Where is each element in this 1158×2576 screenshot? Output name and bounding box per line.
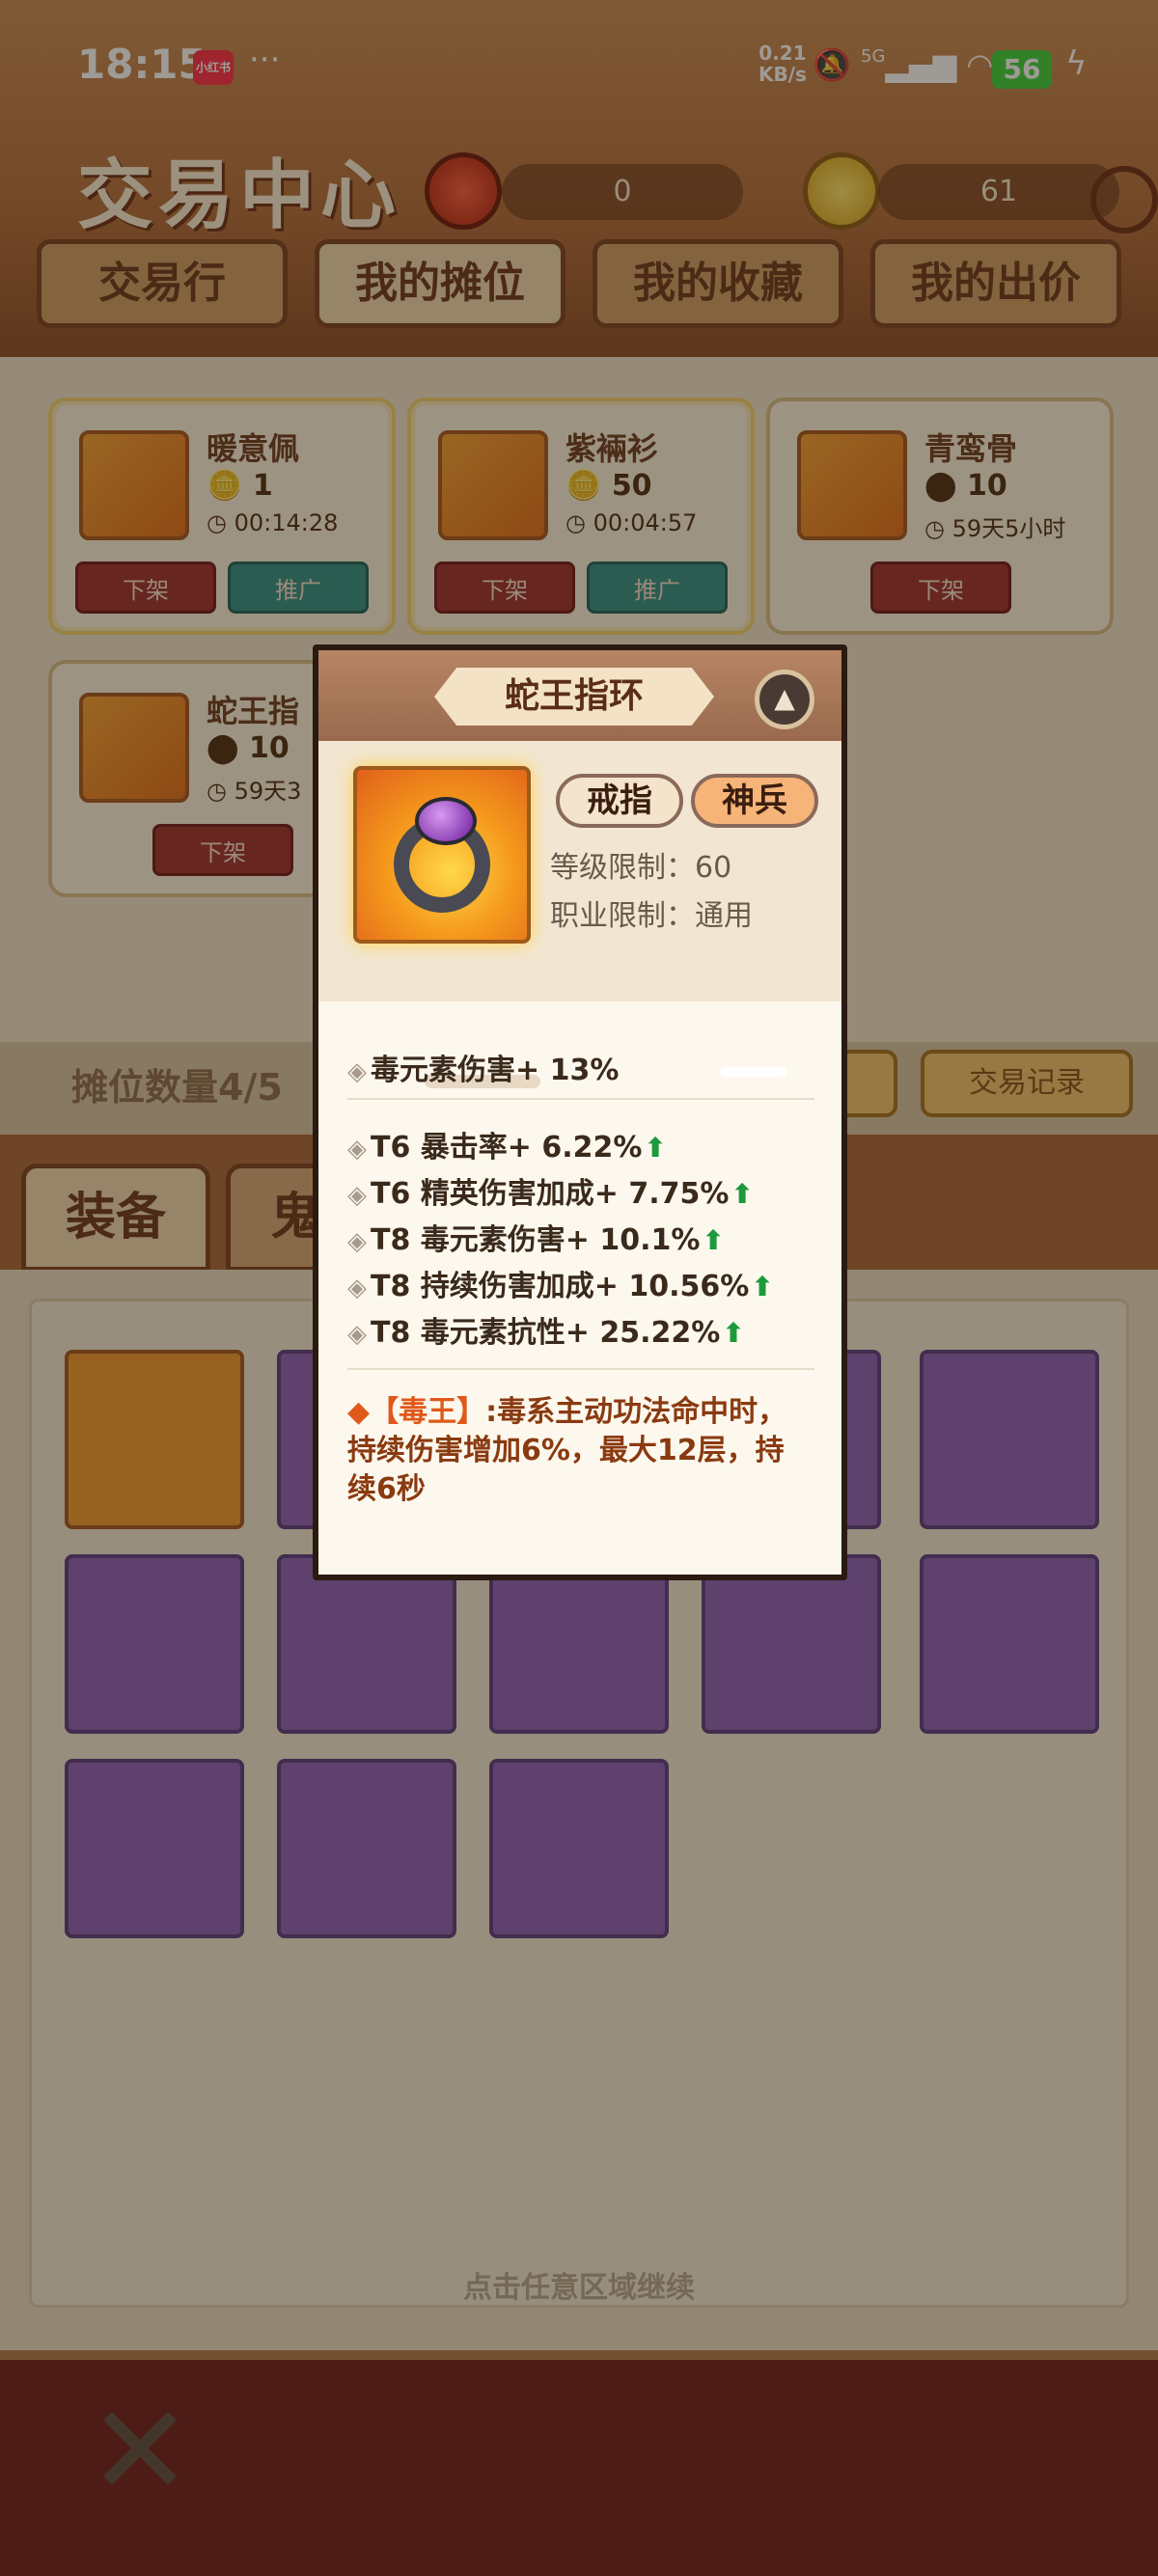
- arrow-up-icon: ⬆: [731, 1178, 754, 1210]
- level-limit: 等级限制：60: [550, 851, 732, 885]
- attr-text: T6 精英伤害加成+ 7.75%: [371, 1177, 730, 1211]
- divider: [347, 1368, 814, 1370]
- ring-item-icon: [353, 766, 531, 944]
- base-attribute: ◈ 毒元素伤害+ 13%: [347, 1046, 619, 1088]
- arrow-up-icon: ⬆: [702, 1224, 725, 1256]
- diamond-icon: ◈: [347, 1135, 367, 1164]
- diamond-icon: ◈: [347, 1181, 367, 1210]
- item-detail-popup: 蛇王指环 ▲ 戒指 神兵 等级限制：60 职业限制：通用 ◈ 毒元素伤害+ 13%…: [313, 644, 847, 1580]
- attr-text: T8 毒元素伤害+ 10.1%: [371, 1223, 701, 1257]
- ring-gem: [415, 797, 477, 845]
- item-type-tag: 戒指: [556, 774, 683, 828]
- diamond-icon: ◈: [347, 1227, 367, 1256]
- attr-text: 毒元素伤害+ 13%: [371, 1054, 620, 1087]
- skill-name: 【毒王】: [370, 1395, 486, 1429]
- item-rank-tag: 神兵: [691, 774, 818, 828]
- extra-attribute: ◈ T8 持续伤害加成+ 10.56%⬆: [347, 1262, 774, 1304]
- diamond-icon: ◈: [347, 1057, 367, 1086]
- arrow-up-icon: ⬆: [722, 1317, 745, 1349]
- arrow-up-icon: ⬆: [751, 1271, 774, 1302]
- attr-text: T8 持续伤害加成+ 10.56%: [371, 1270, 750, 1303]
- diamond-icon: ◆: [347, 1395, 371, 1429]
- arrow-up-icon: ⬆: [644, 1132, 667, 1164]
- popup-header: 蛇王指环 ▲: [318, 650, 841, 741]
- decor-bar: [720, 1067, 787, 1077]
- diamond-icon: ◈: [347, 1274, 367, 1302]
- extra-attribute: ◈ T6 精英伤害加成+ 7.75%⬆: [347, 1169, 754, 1212]
- extra-attribute: ◈ T8 毒元素抗性+ 25.22%⬆: [347, 1308, 745, 1351]
- class-limit: 职业限制：通用: [550, 899, 753, 933]
- attr-text: T8 毒元素抗性+ 25.22%: [371, 1316, 721, 1350]
- divider: [347, 1098, 814, 1100]
- diamond-icon: ◈: [347, 1320, 367, 1349]
- attr-text: T6 暴击率+ 6.22%: [371, 1131, 643, 1165]
- skill-description: ◆【毒王】:毒系主动功法命中时，持续伤害增加6%，最大12层，持续6秒: [347, 1393, 811, 1509]
- extra-attribute: ◈ T6 暴击率+ 6.22%⬆: [347, 1123, 667, 1165]
- popup-title: 蛇王指环: [434, 668, 714, 726]
- extra-attribute: ◈ T8 毒元素伤害+ 10.1%⬆: [347, 1216, 725, 1258]
- chevron-up-icon[interactable]: ▲: [755, 670, 814, 729]
